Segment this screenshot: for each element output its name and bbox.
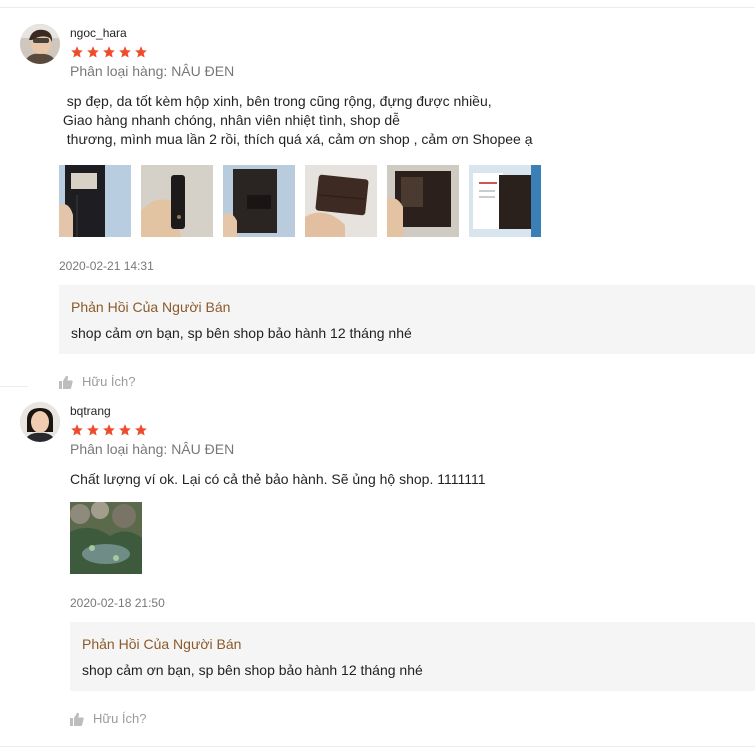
review-media-list bbox=[70, 502, 142, 574]
star-icon bbox=[87, 424, 99, 436]
seller-reply-title: Phản Hồi Của Người Bán bbox=[82, 636, 242, 652]
star-rating bbox=[70, 423, 148, 437]
thumbs-up-icon bbox=[70, 712, 84, 726]
review-divider bbox=[0, 746, 755, 747]
helpful-label: Hữu Ích? bbox=[93, 711, 147, 726]
review-image[interactable] bbox=[70, 502, 142, 574]
seller-reply: Phản Hồi Của Người Bán shop cảm ơn bạn, … bbox=[70, 622, 755, 691]
review-time: 2020-02-18 21:50 bbox=[70, 596, 165, 610]
product-variation: Phân loại hàng: NÂU ĐEN bbox=[70, 441, 235, 457]
review-username[interactable]: bqtrang bbox=[70, 404, 111, 418]
star-icon bbox=[119, 424, 131, 436]
star-icon bbox=[103, 424, 115, 436]
helpful-button[interactable]: Hữu Ích? bbox=[70, 711, 147, 726]
review-item: bqtrang Phân loại hàng: NÂU ĐEN Chất lượ… bbox=[0, 0, 755, 755]
seller-reply-text: shop cảm ơn bạn, sp bên shop bảo hành 12… bbox=[82, 662, 423, 678]
star-icon bbox=[71, 424, 83, 436]
avatar[interactable] bbox=[20, 402, 60, 442]
star-icon bbox=[135, 424, 147, 436]
review-comment: Chất lượng ví ok. Lại có cả thẻ bảo hành… bbox=[70, 471, 486, 487]
